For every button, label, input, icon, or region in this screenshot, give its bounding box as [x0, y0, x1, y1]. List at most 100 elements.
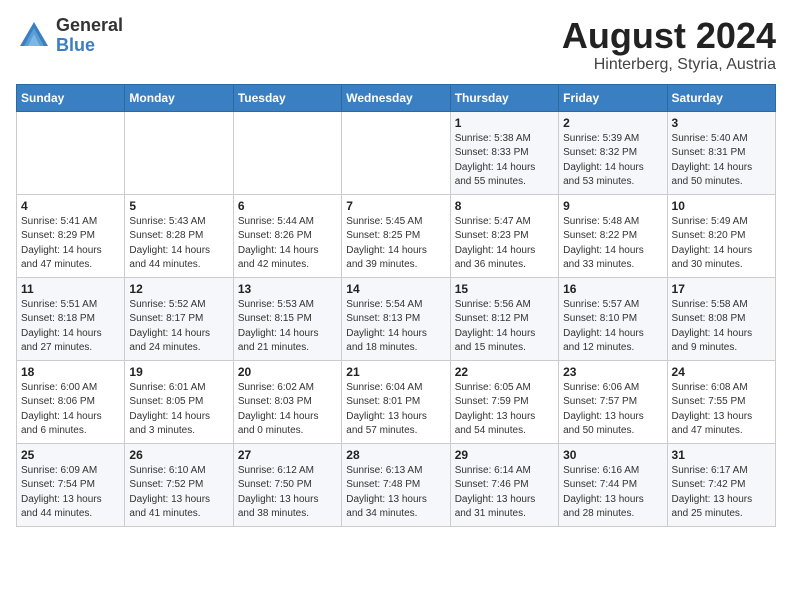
- day-number: 17: [672, 282, 771, 296]
- title-section: August 2024 Hinterberg, Styria, Austria: [562, 16, 776, 74]
- day-info: Sunrise: 6:14 AMSunset: 7:46 PMDaylight:…: [455, 464, 554, 522]
- day-cell: [233, 111, 341, 194]
- day-number: 1: [455, 116, 554, 130]
- day-info: Sunrise: 5:47 AMSunset: 8:23 PMDaylight:…: [455, 215, 554, 273]
- day-cell: 3 Sunrise: 5:40 AMSunset: 8:31 PMDaylight…: [667, 111, 775, 194]
- day-info: Sunrise: 5:40 AMSunset: 8:31 PMDaylight:…: [672, 132, 771, 190]
- logo-icon: [16, 18, 52, 54]
- day-number: 4: [21, 199, 120, 213]
- day-number: 7: [346, 199, 445, 213]
- logo: General Blue: [16, 16, 123, 56]
- day-number: 24: [672, 365, 771, 379]
- day-number: 25: [21, 448, 120, 462]
- day-cell: 24 Sunrise: 6:08 AMSunset: 7:55 PMDayligh…: [667, 360, 775, 443]
- day-info: Sunrise: 5:49 AMSunset: 8:20 PMDaylight:…: [672, 215, 771, 273]
- day-cell: 30 Sunrise: 6:16 AMSunset: 7:44 PMDayligh…: [559, 443, 667, 526]
- day-number: 28: [346, 448, 445, 462]
- day-info: Sunrise: 5:39 AMSunset: 8:32 PMDaylight:…: [563, 132, 662, 190]
- day-number: 19: [129, 365, 228, 379]
- day-cell: 25Sunrise: 6:09 AMSunset: 7:54 PMDayligh…: [17, 443, 125, 526]
- day-number: 6: [238, 199, 337, 213]
- day-cell: 28 Sunrise: 6:13 AMSunset: 7:48 PMDayligh…: [342, 443, 450, 526]
- day-number: 20: [238, 365, 337, 379]
- day-info: Sunrise: 6:13 AMSunset: 7:48 PMDaylight:…: [346, 464, 445, 522]
- day-number: 11: [21, 282, 120, 296]
- day-number: 21: [346, 365, 445, 379]
- day-info: Sunrise: 5:44 AMSunset: 8:26 PMDaylight:…: [238, 215, 337, 273]
- day-number: 14: [346, 282, 445, 296]
- day-cell: 8 Sunrise: 5:47 AMSunset: 8:23 PMDaylight…: [450, 194, 558, 277]
- day-info: Sunrise: 6:12 AMSunset: 7:50 PMDaylight:…: [238, 464, 337, 522]
- day-cell: 9 Sunrise: 5:48 AMSunset: 8:22 PMDaylight…: [559, 194, 667, 277]
- header-day-tuesday: Tuesday: [233, 84, 341, 111]
- day-number: 13: [238, 282, 337, 296]
- day-info: Sunrise: 6:04 AMSunset: 8:01 PMDaylight:…: [346, 381, 445, 439]
- calendar-table: SundayMondayTuesdayWednesdayThursdayFrid…: [16, 84, 776, 527]
- day-number: 12: [129, 282, 228, 296]
- logo-general-text: General: [56, 16, 123, 36]
- day-cell: 18Sunrise: 6:00 AMSunset: 8:06 PMDayligh…: [17, 360, 125, 443]
- day-number: 22: [455, 365, 554, 379]
- day-info: Sunrise: 6:06 AMSunset: 7:57 PMDaylight:…: [563, 381, 662, 439]
- day-info: Sunrise: 5:56 AMSunset: 8:12 PMDaylight:…: [455, 298, 554, 356]
- day-cell: 16 Sunrise: 5:57 AMSunset: 8:10 PMDayligh…: [559, 277, 667, 360]
- day-cell: 5 Sunrise: 5:43 AMSunset: 8:28 PMDaylight…: [125, 194, 233, 277]
- day-info: Sunrise: 5:57 AMSunset: 8:10 PMDaylight:…: [563, 298, 662, 356]
- day-number: 9: [563, 199, 662, 213]
- day-number: 31: [672, 448, 771, 462]
- day-number: 23: [563, 365, 662, 379]
- day-info: Sunrise: 6:17 AMSunset: 7:42 PMDaylight:…: [672, 464, 771, 522]
- day-number: 30: [563, 448, 662, 462]
- header-day-wednesday: Wednesday: [342, 84, 450, 111]
- day-number: 3: [672, 116, 771, 130]
- day-cell: 15 Sunrise: 5:56 AMSunset: 8:12 PMDayligh…: [450, 277, 558, 360]
- calendar-header: SundayMondayTuesdayWednesdayThursdayFrid…: [17, 84, 776, 111]
- week-row-1: 1 Sunrise: 5:38 AMSunset: 8:33 PMDaylight…: [17, 111, 776, 194]
- day-info: Sunrise: 6:10 AMSunset: 7:52 PMDaylight:…: [129, 464, 228, 522]
- day-number: 18: [21, 365, 120, 379]
- day-info: Sunrise: 6:01 AMSunset: 8:05 PMDaylight:…: [129, 381, 228, 439]
- day-info: Sunrise: 5:52 AMSunset: 8:17 PMDaylight:…: [129, 298, 228, 356]
- day-cell: 2Sunrise: 5:39 AMSunset: 8:32 PMDaylight…: [559, 111, 667, 194]
- day-info: Sunrise: 5:38 AMSunset: 8:33 PMDaylight:…: [455, 132, 554, 190]
- day-cell: 27 Sunrise: 6:12 AMSunset: 7:50 PMDayligh…: [233, 443, 341, 526]
- day-number: 29: [455, 448, 554, 462]
- day-info: Sunrise: 6:02 AMSunset: 8:03 PMDaylight:…: [238, 381, 337, 439]
- location-subtitle: Hinterberg, Styria, Austria: [562, 56, 776, 74]
- day-number: 27: [238, 448, 337, 462]
- day-info: Sunrise: 5:54 AMSunset: 8:13 PMDaylight:…: [346, 298, 445, 356]
- day-info: Sunrise: 6:05 AMSunset: 7:59 PMDaylight:…: [455, 381, 554, 439]
- header-day-thursday: Thursday: [450, 84, 558, 111]
- day-cell: 6 Sunrise: 5:44 AMSunset: 8:26 PMDaylight…: [233, 194, 341, 277]
- day-info: Sunrise: 6:16 AMSunset: 7:44 PMDaylight:…: [563, 464, 662, 522]
- day-number: 16: [563, 282, 662, 296]
- day-cell: 1 Sunrise: 5:38 AMSunset: 8:33 PMDaylight…: [450, 111, 558, 194]
- day-info: Sunrise: 6:08 AMSunset: 7:55 PMDaylight:…: [672, 381, 771, 439]
- day-cell: 29 Sunrise: 6:14 AMSunset: 7:46 PMDayligh…: [450, 443, 558, 526]
- header-day-sunday: Sunday: [17, 84, 125, 111]
- day-cell: 7Sunrise: 5:45 AMSunset: 8:25 PMDaylight…: [342, 194, 450, 277]
- header-day-friday: Friday: [559, 84, 667, 111]
- week-row-2: 4 Sunrise: 5:41 AMSunset: 8:29 PMDaylight…: [17, 194, 776, 277]
- logo-blue-text: Blue: [56, 36, 123, 56]
- day-info: Sunrise: 5:41 AMSunset: 8:29 PMDaylight:…: [21, 215, 120, 273]
- day-cell: 12 Sunrise: 5:52 AMSunset: 8:17 PMDayligh…: [125, 277, 233, 360]
- header: General Blue August 2024 Hinterberg, Sty…: [16, 16, 776, 74]
- day-cell: 17 Sunrise: 5:58 AMSunset: 8:08 PMDayligh…: [667, 277, 775, 360]
- day-cell: 4 Sunrise: 5:41 AMSunset: 8:29 PMDaylight…: [17, 194, 125, 277]
- day-number: 5: [129, 199, 228, 213]
- day-info: Sunrise: 5:58 AMSunset: 8:08 PMDaylight:…: [672, 298, 771, 356]
- day-info: Sunrise: 5:48 AMSunset: 8:22 PMDaylight:…: [563, 215, 662, 273]
- day-cell: 23 Sunrise: 6:06 AMSunset: 7:57 PMDayligh…: [559, 360, 667, 443]
- day-number: 10: [672, 199, 771, 213]
- day-number: 8: [455, 199, 554, 213]
- day-number: 15: [455, 282, 554, 296]
- day-info: Sunrise: 5:53 AMSunset: 8:15 PMDaylight:…: [238, 298, 337, 356]
- day-info: Sunrise: 5:43 AMSunset: 8:28 PMDaylight:…: [129, 215, 228, 273]
- day-cell: [125, 111, 233, 194]
- day-cell: 22 Sunrise: 6:05 AMSunset: 7:59 PMDayligh…: [450, 360, 558, 443]
- day-cell: [342, 111, 450, 194]
- calendar-body: 1 Sunrise: 5:38 AMSunset: 8:33 PMDaylight…: [17, 111, 776, 526]
- day-cell: 21 Sunrise: 6:04 AMSunset: 8:01 PMDayligh…: [342, 360, 450, 443]
- day-number: 26: [129, 448, 228, 462]
